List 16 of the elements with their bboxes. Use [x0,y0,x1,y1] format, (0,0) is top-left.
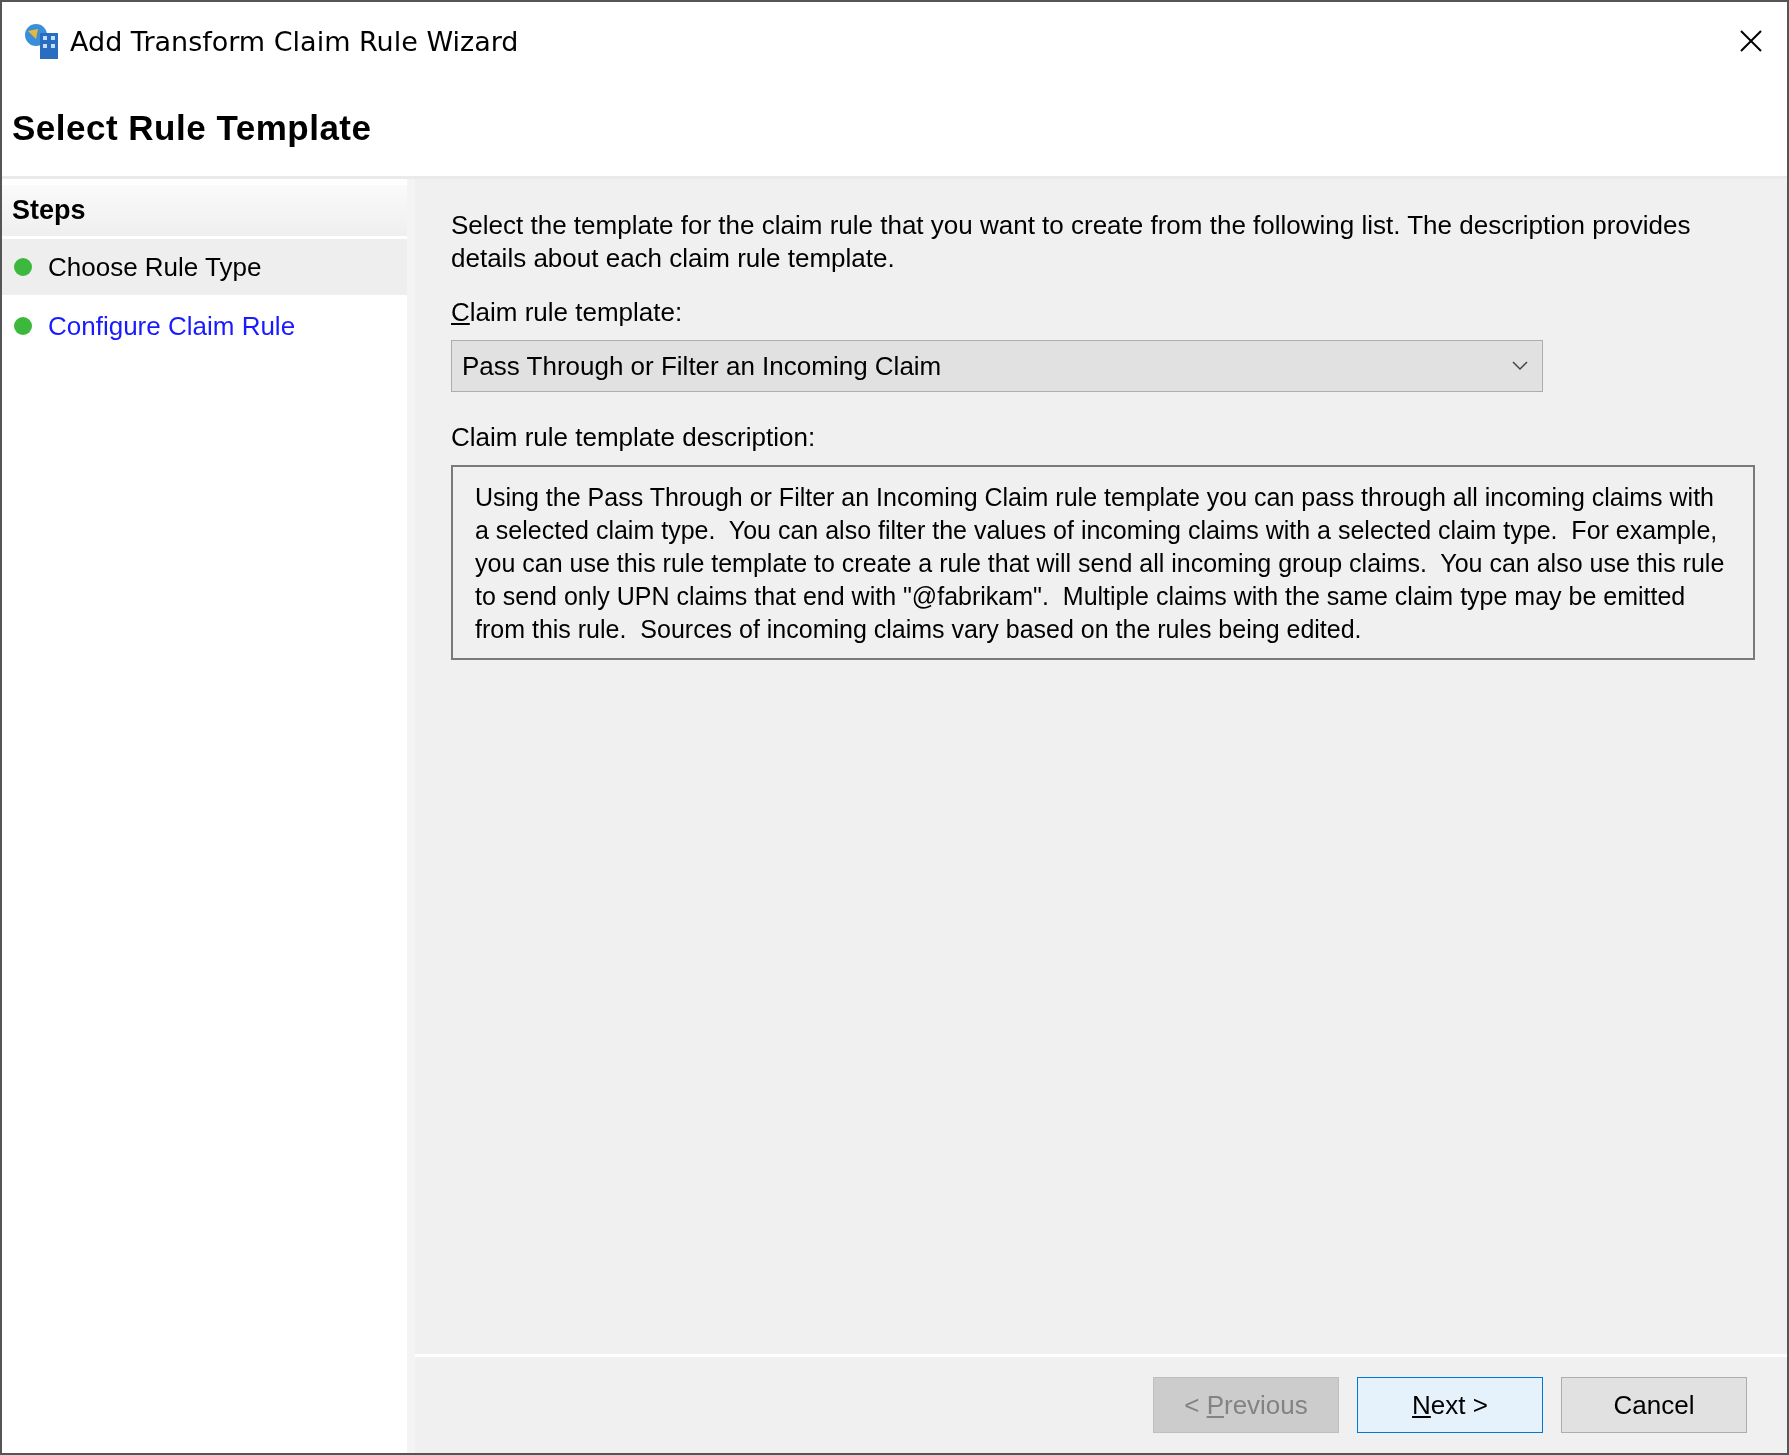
window-title: Add Transform Claim Rule Wizard [70,25,519,57]
page-title: Select Rule Template [12,108,372,148]
template-dropdown[interactable]: Pass Through or Filter an Incoming Claim [451,340,1543,392]
step-item[interactable]: Configure Claim Rule [2,298,407,354]
steps-header: Steps [2,185,407,236]
close-icon[interactable] [1739,29,1763,53]
step-link: Configure Claim Rule [48,310,296,342]
step-label: Choose Rule Type [48,251,262,283]
field-label: Claim rule template: [451,297,684,328]
intro-text: Select the template for the claim rule that you want to create from the following list. The description provides details about each claim rule template. [451,209,1692,275]
description-label: Claim rule template description: [451,422,817,453]
wizard-button[interactable]: Next > [1357,1377,1543,1433]
chevron-down-icon [1512,361,1528,371]
step-item[interactable]: Choose Rule Type [2,239,407,295]
description-text: Using the Pass Through or Filter an Incoming Claim rule template you can pass through all incoming claims with a selected claim type. You can also filter the values of incoming claims with a selected claim type. For example, you can use this rule template to create a rule that will send all incoming group claims. You can also use this rule to send only UPN claims that end with "@fabrikam". Multiple claims with the same claim type may be emitted from this rule. Sources of incoming claims vary based on the rules being edited. [475,482,1726,645]
wizard-button[interactable]: Cancel [1561,1377,1747,1433]
